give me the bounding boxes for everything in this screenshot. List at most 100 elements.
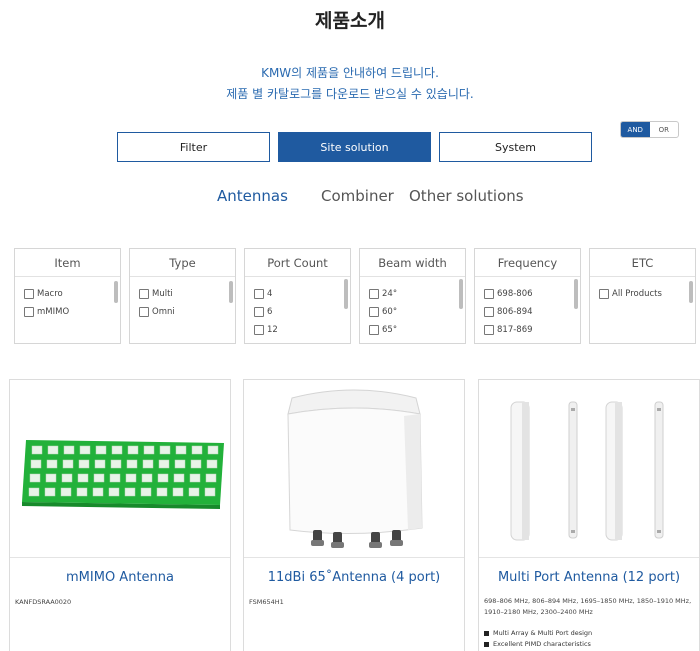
option-label: 698-806 [497, 289, 533, 299]
radiating-element [93, 473, 105, 483]
radiating-element [92, 487, 104, 497]
radiating-element [95, 445, 107, 455]
option-label: All Products [612, 289, 662, 299]
radiating-element [79, 445, 91, 455]
product-name[interactable]: 11dBi 65˚Antenna (4 port) [244, 570, 464, 585]
feature-text: Excellent PIMD characteristics [493, 640, 591, 648]
radiating-element [126, 459, 138, 469]
checkbox[interactable] [484, 307, 494, 317]
option-label: 65° [382, 325, 398, 335]
radiating-element [189, 473, 201, 483]
radiating-element [204, 487, 216, 497]
radiating-element [28, 487, 40, 497]
or-option[interactable]: OR [650, 122, 679, 137]
filter-option[interactable]: 65° [369, 321, 465, 339]
option-label: mMIMO [37, 307, 70, 317]
filter-option[interactable]: 24° [369, 285, 465, 303]
radiating-element [108, 487, 120, 497]
filter-option[interactable]: Macro [24, 285, 120, 303]
radiating-element [143, 445, 155, 455]
checkbox[interactable] [139, 289, 149, 299]
radiating-element [173, 473, 185, 483]
checkbox[interactable] [369, 325, 379, 335]
product-card-mmimo[interactable]: mMIMO Antenna KANFDSRAA0020 [9, 379, 231, 651]
subtab-other-solutions[interactable]: Other solutions [409, 187, 524, 205]
product-card-4port[interactable]: 11dBi 65˚Antenna (4 port) FSM654H1 [243, 379, 465, 651]
radiating-element [188, 487, 200, 497]
radiating-element [29, 473, 41, 483]
card-divider [479, 557, 699, 558]
option-label: 12 [267, 325, 278, 335]
product-spec: 698–806 MHz, 806–894 MHz, 1695–1850 MHz,… [484, 597, 692, 616]
option-label: 6 [267, 307, 273, 317]
filter-option[interactable]: 817-869 [484, 321, 580, 339]
filter-beam-width: Beam width 24° 60° 65° [359, 248, 466, 344]
radiating-element [207, 445, 219, 455]
subtab-combiner[interactable]: Combiner [321, 187, 394, 205]
subtab-antennas[interactable]: Antennas [217, 187, 288, 205]
filter-title: Type [130, 249, 235, 277]
radiating-element [142, 459, 154, 469]
checkbox[interactable] [369, 289, 379, 299]
checkbox[interactable] [254, 307, 264, 317]
scrollbar[interactable] [114, 281, 118, 303]
radiating-element [206, 459, 218, 469]
scrollbar[interactable] [229, 281, 233, 303]
radiating-element [109, 473, 121, 483]
checkbox[interactable] [484, 289, 494, 299]
filter-option[interactable]: 4 [254, 285, 350, 303]
checkbox[interactable] [254, 325, 264, 335]
tab-site-solution[interactable]: Site solution [278, 132, 431, 162]
radiating-element [60, 487, 72, 497]
radiating-element [94, 459, 106, 469]
checkbox[interactable] [24, 307, 34, 317]
tab-filter[interactable]: Filter [117, 132, 270, 162]
checkbox[interactable] [599, 289, 609, 299]
option-label: 817-869 [497, 325, 533, 335]
filter-option[interactable]: All Products [599, 285, 695, 303]
scrollbar[interactable] [459, 279, 463, 309]
product-name[interactable]: Multi Port Antenna (12 port) [479, 570, 699, 585]
tab-system[interactable]: System [439, 132, 592, 162]
checkbox[interactable] [369, 307, 379, 317]
scrollbar[interactable] [574, 279, 578, 309]
scrollbar[interactable] [344, 279, 348, 309]
product-card-multiport[interactable]: Multi Port Antenna (12 port) 698–806 MHz… [478, 379, 700, 651]
filter-title: Frequency [475, 249, 580, 277]
filter-option[interactable]: 806-894 [484, 303, 580, 321]
and-or-toggle[interactable]: AND OR [620, 121, 679, 138]
checkbox[interactable] [139, 307, 149, 317]
option-label: Macro [37, 289, 63, 299]
option-label: Multi [152, 289, 173, 299]
page: 제품소개 KMW의 제품을 안내하여 드립니다. 제품 별 카탈로그를 다운로드… [0, 0, 700, 651]
radiating-element [63, 445, 75, 455]
panel-antenna-image [287, 389, 423, 548]
filter-option[interactable]: Omni [139, 303, 235, 321]
product-name[interactable]: mMIMO Antenna [10, 570, 230, 585]
radiating-element [45, 473, 57, 483]
filter-option[interactable]: 60° [369, 303, 465, 321]
filter-title: Port Count [245, 249, 350, 277]
filter-title: ETC [590, 249, 695, 277]
radiating-element [62, 459, 74, 469]
scrollbar[interactable] [689, 281, 693, 303]
filter-title: Item [15, 249, 120, 277]
checkbox[interactable] [24, 289, 34, 299]
checkbox[interactable] [484, 325, 494, 335]
radiating-element [190, 459, 202, 469]
feature-item: Multi Array & Multi Port design [484, 629, 592, 637]
radiating-element [140, 487, 152, 497]
bullet-icon [484, 641, 489, 647]
bullet-icon [484, 630, 489, 636]
filter-option[interactable]: Multi [139, 285, 235, 303]
radiating-element [77, 473, 89, 483]
checkbox[interactable] [254, 289, 264, 299]
filter-option[interactable]: mMIMO [24, 303, 120, 321]
filter-option[interactable]: 698-806 [484, 285, 580, 303]
filter-option[interactable]: 6 [254, 303, 350, 321]
radiating-element [61, 473, 73, 483]
and-option[interactable]: AND [621, 122, 650, 137]
filter-option[interactable]: 12 [254, 321, 350, 339]
radiating-element [46, 459, 58, 469]
filter-type: Type Multi Omni [129, 248, 236, 344]
